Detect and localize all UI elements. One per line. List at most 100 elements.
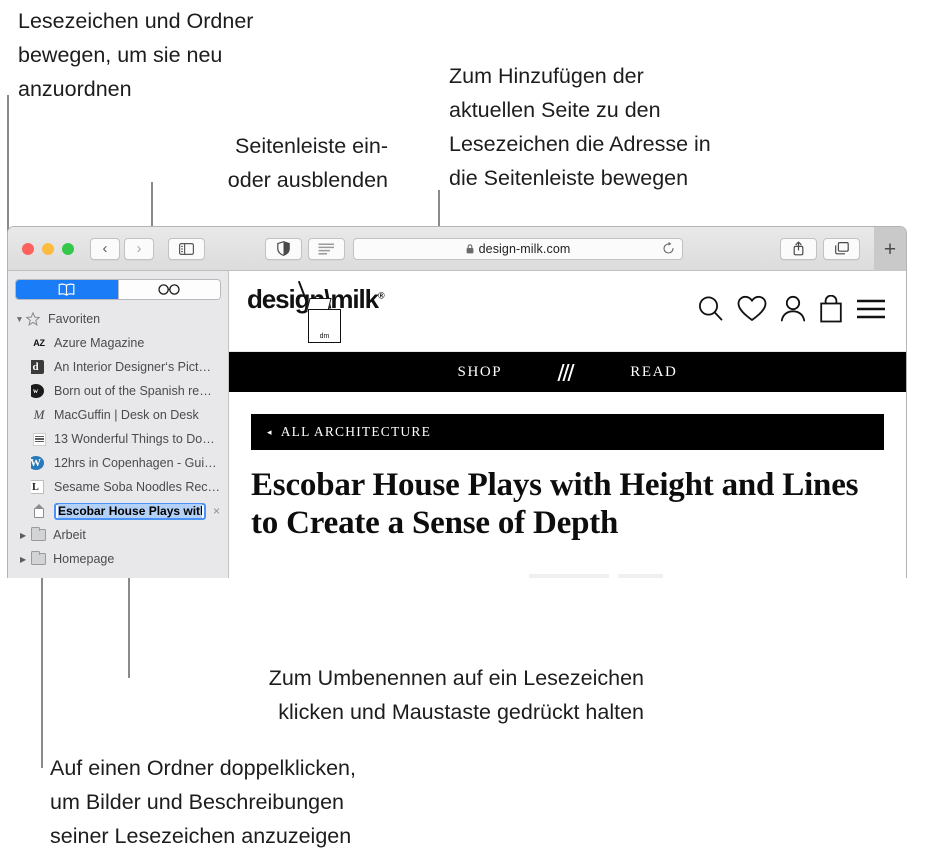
leader-line-sidebar-toggle [151,182,153,232]
sidebar-toggle-button[interactable] [168,237,205,260]
bookmark-label: 13 Wonderful Things to Do… [54,432,215,446]
sidebar-group-favoriten[interactable]: ▼ Favoriten [8,307,228,331]
site-header: design\milk® dm [229,271,906,352]
back-button[interactable]: ‹ [90,237,120,260]
bookmark-item[interactable]: AZ Azure Magazine [8,331,228,355]
address-bar-url: design-milk.com [478,241,571,256]
folder-icon [30,551,46,567]
logo-milk-carton: dm [308,309,341,343]
browser-toolbar: ‹ › design-milk.com + [8,227,906,271]
callout-rename: Zum Umbenennen auf ein Lesezeichen klick… [268,666,644,724]
bookmark-label: An Interior Designer‘s Pict… [54,360,212,374]
segment-bookmarks[interactable] [16,280,118,299]
address-bar[interactable]: design-milk.com [353,237,683,260]
chevron-left-icon: ‹ [102,240,108,257]
bookmark-item[interactable]: 13 Wonderful Things to Do… [8,427,228,451]
minimize-button[interactable] [42,242,54,255]
tab-overview-button[interactable] [823,237,860,260]
folder-label: Homepage [53,552,115,566]
forward-button[interactable]: › [124,237,154,260]
folder-label: Arbeit [53,528,86,542]
tab-overview-icon [834,242,849,255]
disclosure-triangle-right-icon[interactable]: ▶ [20,555,26,564]
bookmark-label: Azure Magazine [54,336,145,350]
bookmark-label: Born out of the Spanish re… [54,384,212,398]
bookmark-rename-input[interactable]: Escobar House Plays with [54,502,206,520]
chevron-left-icon: ◂ [267,426,273,437]
shield-icon [277,241,290,256]
bookmark-item[interactable]: M MacGuffin | Desk on Desk [8,403,228,427]
privacy-report-button[interactable] [265,237,302,260]
bookmark-item[interactable]: L Sesame Soba Noodles Rec… [8,475,228,499]
plus-icon: + [883,237,897,261]
browser-window: ‹ › design-milk.com + ▼ Favoriten AZ Azu… [7,226,907,578]
callout-sidebar-toggle: Seitenleiste ein- oder ausblenden [227,134,388,192]
search-icon[interactable] [697,295,724,327]
wordpress-favicon: W [31,455,47,471]
chevron-right-icon: › [136,240,142,257]
bookmark-label: MacGuffin | Desk on Desk [54,408,199,422]
bookmark-item[interactable]: w Born out of the Spanish re… [8,379,228,403]
menu-icon[interactable] [856,298,886,325]
breadcrumb[interactable]: ◂ ALL ARCHITECTURE [251,414,884,450]
callout-folder-dblclick: Auf einen Ordner doppelklicken, um Bilde… [50,756,356,848]
sidebar-group-label: Favoriten [48,312,101,326]
window-body: ▼ Favoriten AZ Azure Magazine d An Inter… [8,271,906,578]
sidebar-folder-homepage[interactable]: ▶ Homepage [8,547,228,571]
site-navigation: SHOP READ [229,352,906,392]
sidebar-icon [179,242,194,255]
leader-line-folder [41,570,43,768]
bookmark-item-editing[interactable]: Escobar House Plays with × [8,499,228,523]
page-content: design\milk® dm [229,271,906,578]
design-milk-logo[interactable]: design\milk® dm [247,276,427,346]
nav-item-shop[interactable]: SHOP [458,364,503,381]
l-favicon: L [31,479,47,495]
disclosure-triangle-down-icon[interactable]: ▼ [14,315,25,324]
article-headline: Escobar House Plays with Height and Line… [251,467,859,541]
reload-icon [663,241,674,254]
bookmark-label: Sesame Soba Noodles Rec… [54,480,221,494]
lock-icon [466,243,473,253]
callout-add-bookmark: Zum Hinzufügen der aktuellen Seite zu de… [449,64,711,190]
window-controls [22,242,74,255]
reader-view-icon [318,242,334,255]
d-favicon: d [31,359,47,375]
circle-favicon: w [31,383,47,399]
m-favicon: M [33,407,45,422]
navigation-buttons: ‹ › [90,237,154,260]
bookmarks-sidebar: ▼ Favoriten AZ Azure Magazine d An Inter… [8,271,229,578]
carton-label: dm [319,333,330,340]
breadcrumb-label: ALL ARCHITECTURE [280,424,432,439]
zoom-button[interactable] [62,242,74,255]
sidebar-folder-arbeit[interactable]: ▶ Arbeit [8,523,228,547]
bookmark-label: 12hrs in Copenhagen - Gui… [54,456,217,470]
folder-icon [30,527,46,543]
close-button[interactable] [22,242,34,255]
grid-favicon [31,431,47,447]
bookmark-item[interactable]: d An Interior Designer‘s Pict… [8,355,228,379]
glasses-icon [158,284,180,295]
disclosure-triangle-right-icon[interactable]: ▶ [20,531,26,540]
nav-item-read[interactable]: READ [630,364,677,381]
reader-view-button[interactable] [308,237,345,260]
az-favicon: AZ [33,338,45,348]
bag-icon[interactable] [819,294,843,328]
share-icon [793,241,804,256]
sidebar-segmented-control [15,279,221,300]
segment-reading-list[interactable] [117,280,220,299]
site-header-icons [697,294,886,328]
clear-icon[interactable]: × [213,504,220,518]
bookmark-rename-value: Escobar House Plays with [58,504,202,518]
registered-mark: ® [377,290,385,301]
milk-carton-favicon [31,503,47,519]
heart-icon[interactable] [737,295,767,327]
reload-button[interactable] [662,241,675,260]
new-tab-button[interactable]: + [874,227,906,271]
book-icon [58,283,75,296]
share-button[interactable] [780,237,817,260]
bookmark-item[interactable]: W 12hrs in Copenhagen - Gui… [8,451,228,475]
nav-slashes-divider [557,363,575,381]
account-icon[interactable] [780,295,806,327]
star-icon [25,311,41,327]
callout-reorder: Lesezeichen und Ordner bewegen, um sie n… [18,9,254,101]
